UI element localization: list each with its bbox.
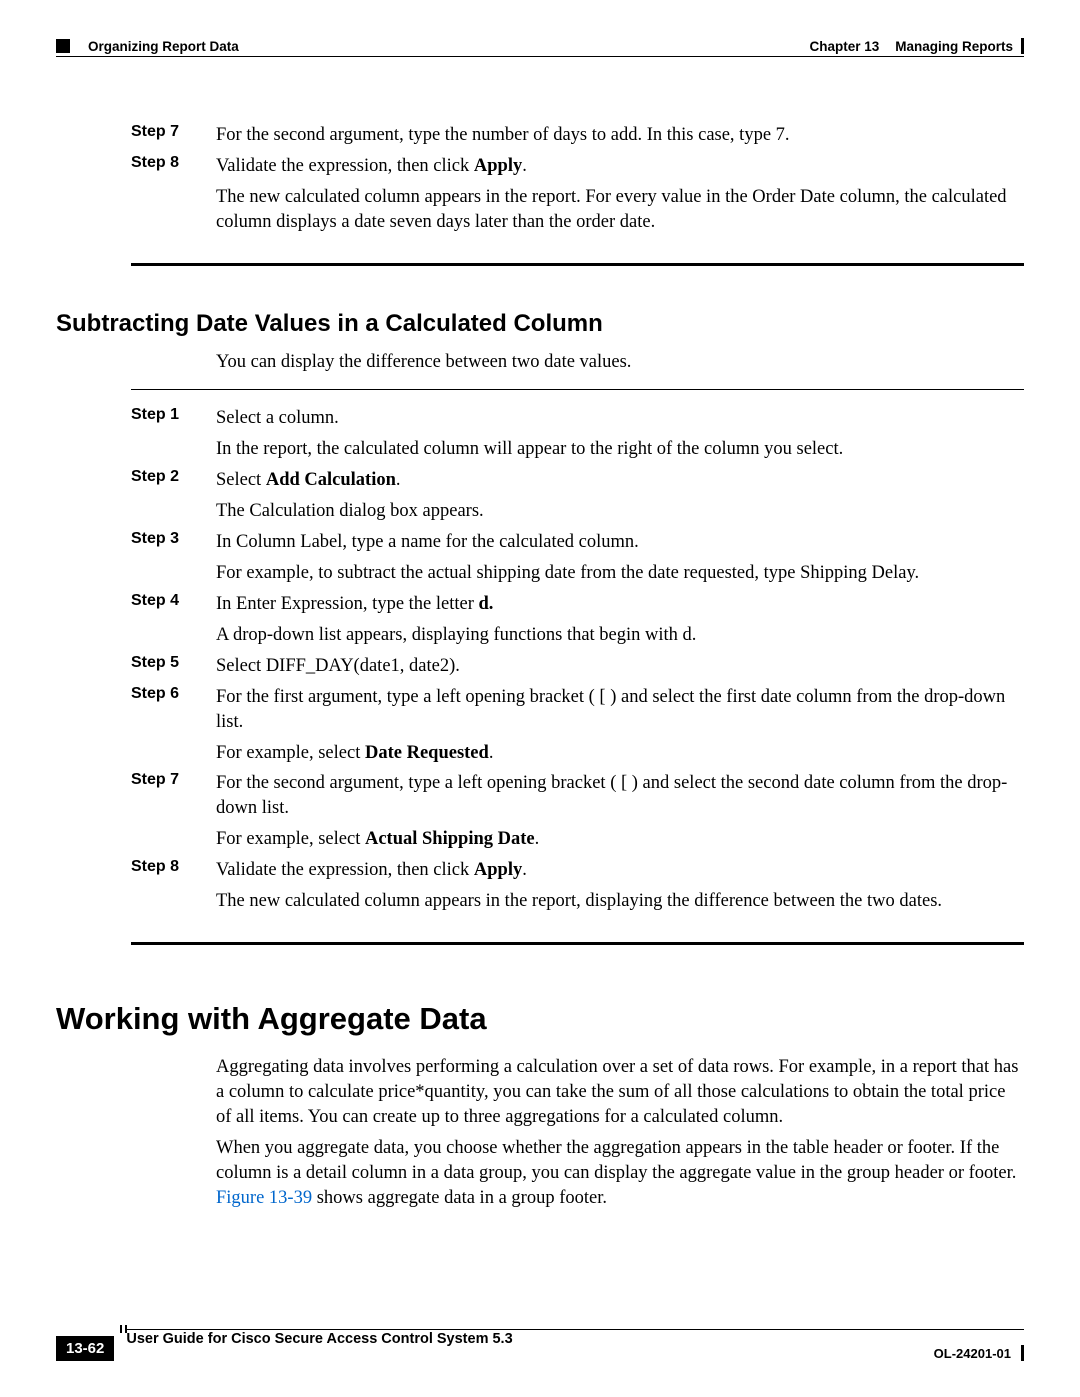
step-label: Step 7 <box>131 123 216 141</box>
page-number: 13-62 <box>56 1336 114 1361</box>
section-divider <box>131 942 1024 945</box>
header-chapter-title: Managing Reports <box>895 39 1013 54</box>
heading-aggregate: Working with Aggregate Data <box>56 1001 1024 1037</box>
step-label: Step 5 <box>131 654 216 672</box>
header-chapter-label: Chapter 13 <box>809 39 879 54</box>
step-label: Step 8 <box>131 858 216 876</box>
step-text: Validate the expression, then click Appl… <box>216 154 1024 235</box>
step-text: Select Add Calculation. The Calculation … <box>216 468 1024 524</box>
step-text: Validate the expression, then click Appl… <box>216 858 1024 914</box>
page-header: Organizing Report Data Chapter 13 Managi… <box>56 38 1024 54</box>
step-label: Step 6 <box>131 685 216 703</box>
intro-para: You can display the difference between t… <box>216 350 1024 375</box>
body-para: Aggregating data involves performing a c… <box>216 1055 1024 1130</box>
step-label: Step 1 <box>131 406 216 424</box>
step-row: Step 6 For the first argument, type a le… <box>56 685 1024 766</box>
step-label: Step 4 <box>131 592 216 610</box>
header-bar-icon <box>1021 38 1024 54</box>
step-row: Step 2 Select Add Calculation. The Calcu… <box>56 468 1024 524</box>
figure-link[interactable]: Figure 13-39 <box>216 1188 312 1208</box>
step-label: Step 3 <box>131 530 216 548</box>
step-text: Select a column. In the report, the calc… <box>216 406 1024 462</box>
step-row: Step 8 Validate the expression, then cli… <box>56 154 1024 235</box>
footer-bar-icon <box>1021 1345 1024 1361</box>
step-text: In Column Label, type a name for the cal… <box>216 530 1024 586</box>
heading-subtracting: Subtracting Date Values in a Calculated … <box>56 310 1024 338</box>
step-row: Step 4 In Enter Expression, type the let… <box>56 592 1024 648</box>
step-row: Step 5 Select DIFF_DAY(date1, date2). <box>56 654 1024 679</box>
step-label: Step 7 <box>131 771 216 789</box>
body-para: When you aggregate data, you choose whet… <box>216 1136 1024 1211</box>
step-row: Step 8 Validate the expression, then cli… <box>56 858 1024 914</box>
step-row: Step 3 In Column Label, type a name for … <box>56 530 1024 586</box>
step-label: Step 8 <box>131 154 216 172</box>
step-text: In Enter Expression, type the letter d. … <box>216 592 1024 648</box>
section-divider <box>131 263 1024 266</box>
step-text: Select DIFF_DAY(date1, date2). <box>216 654 1024 679</box>
step-text: For the second argument, type a left ope… <box>216 771 1024 852</box>
footer-title: User Guide for Cisco Secure Access Contr… <box>126 1331 512 1347</box>
header-marker-icon <box>56 39 70 53</box>
page-footer: 13-62 User Guide for Cisco Secure Access… <box>56 1329 1024 1361</box>
step-row: Step 1 Select a column. In the report, t… <box>56 406 1024 462</box>
step-label: Step 2 <box>131 468 216 486</box>
header-section: Organizing Report Data <box>88 39 239 54</box>
step-row: Step 7 For the second argument, type a l… <box>56 771 1024 852</box>
step-text: For the first argument, type a left open… <box>216 685 1024 766</box>
step-row: Step 7 For the second argument, type the… <box>56 123 1024 148</box>
doc-id: OL-24201-01 <box>934 1346 1011 1361</box>
step-text: For the second argument, type the number… <box>216 123 1024 148</box>
